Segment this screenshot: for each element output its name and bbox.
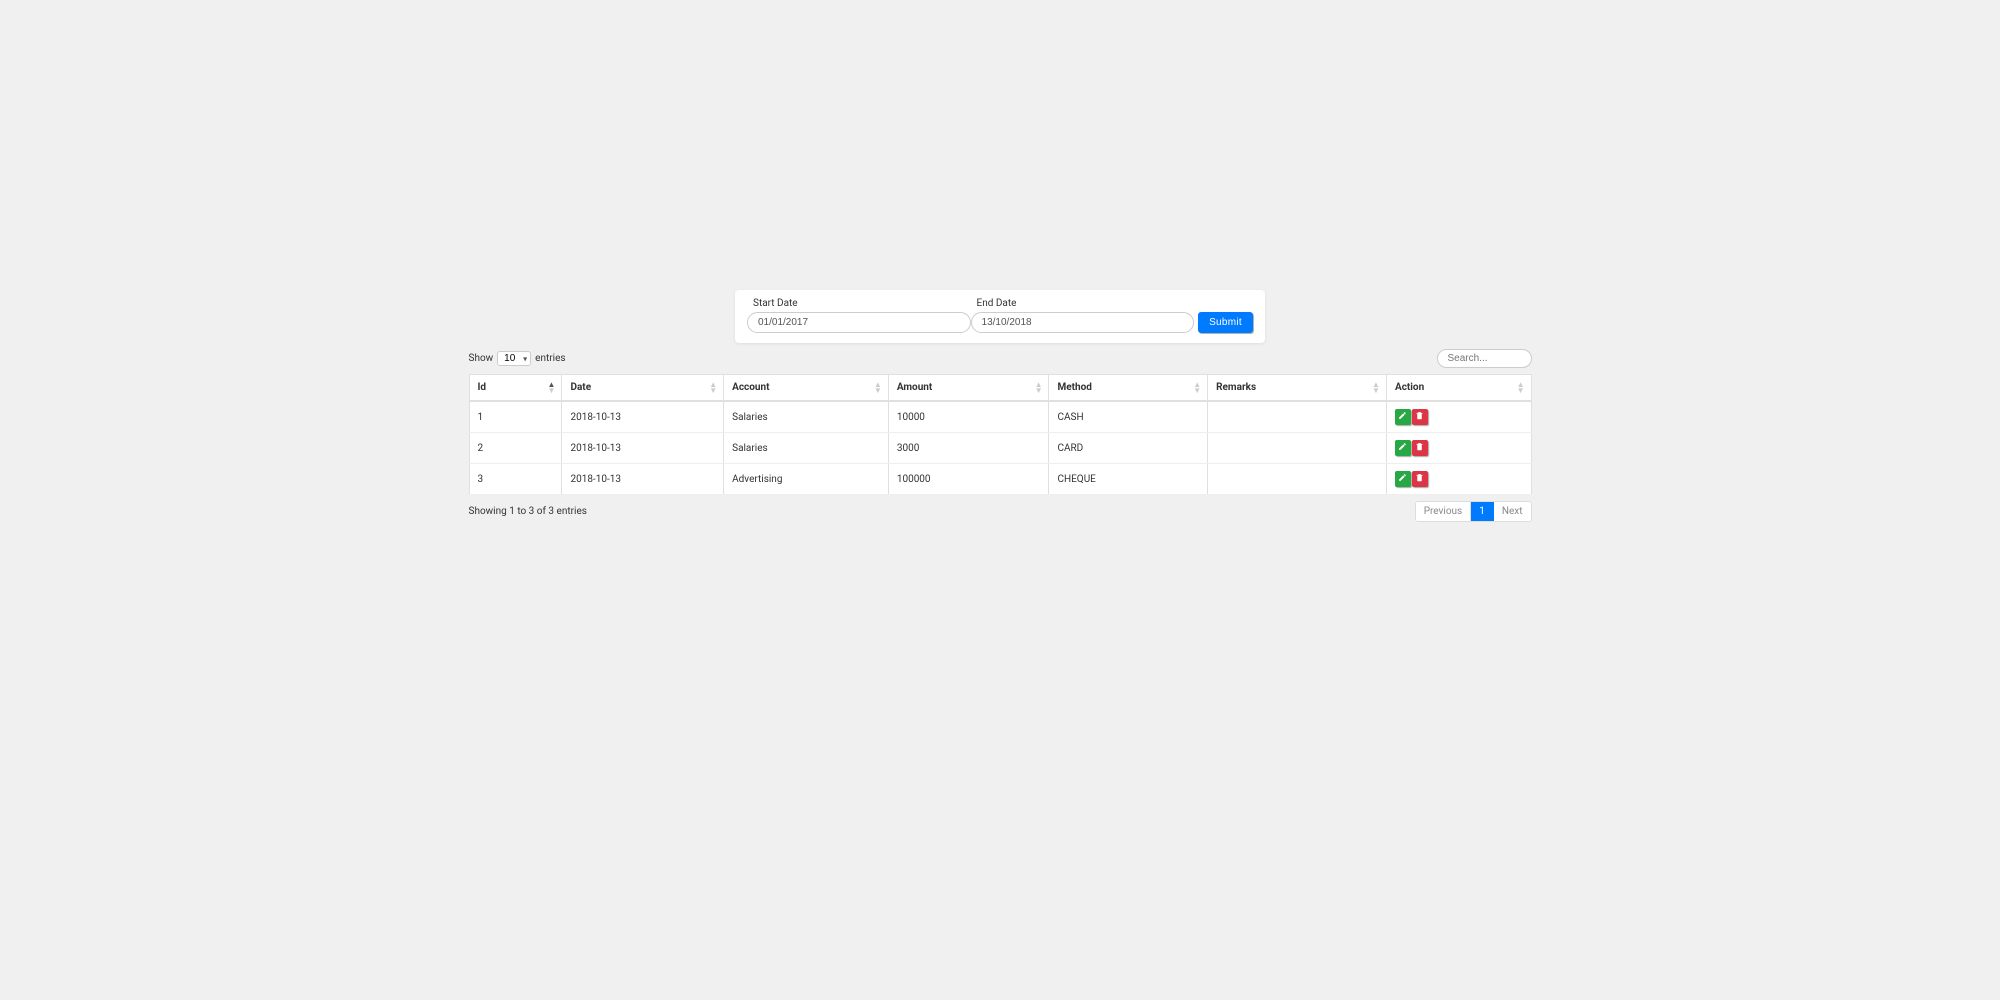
start-date-group: Start Date	[747, 298, 971, 333]
cell-action	[1386, 401, 1531, 433]
trash-icon	[1415, 442, 1424, 454]
col-header-id[interactable]: Id ▲▼	[469, 375, 562, 402]
cell-remarks	[1208, 464, 1387, 495]
sort-icon: ▲▼	[1372, 382, 1380, 394]
sort-icon: ▲▼	[1193, 382, 1201, 394]
cell-action	[1386, 464, 1531, 495]
start-date-label: Start Date	[747, 298, 971, 309]
cell-method: CHEQUE	[1049, 464, 1208, 495]
cell-id: 1	[469, 401, 562, 433]
table-row: 32018-10-13Advertising100000CHEQUE	[469, 464, 1531, 495]
sort-icon: ▲▼	[1517, 382, 1525, 394]
cell-remarks	[1208, 401, 1387, 433]
page-container: Start Date End Date Submit Show 10 entri…	[469, 0, 1532, 522]
col-header-action[interactable]: Action ▲▼	[1386, 375, 1531, 402]
trash-icon	[1415, 473, 1424, 485]
cell-method: CASH	[1049, 401, 1208, 433]
pagination-next[interactable]: Next	[1494, 502, 1531, 521]
pencil-icon	[1398, 442, 1407, 454]
col-header-account[interactable]: Account ▲▼	[724, 375, 889, 402]
cell-id: 2	[469, 433, 562, 464]
cell-remarks	[1208, 433, 1387, 464]
sort-icon: ▲▼	[709, 382, 717, 394]
table-row: 12018-10-13Salaries10000CASH	[469, 401, 1531, 433]
end-date-input[interactable]	[971, 312, 1195, 333]
submit-button[interactable]: Submit	[1198, 312, 1253, 333]
col-header-remarks[interactable]: Remarks ▲▼	[1208, 375, 1387, 402]
start-date-input[interactable]	[747, 312, 971, 333]
cell-date: 2018-10-13	[562, 464, 724, 495]
sort-icon: ▲▼	[874, 382, 882, 394]
cell-action	[1386, 433, 1531, 464]
col-header-date[interactable]: Date ▲▼	[562, 375, 724, 402]
cell-date: 2018-10-13	[562, 401, 724, 433]
edit-button[interactable]	[1395, 440, 1411, 456]
cell-method: CARD	[1049, 433, 1208, 464]
delete-button[interactable]	[1412, 409, 1428, 425]
cell-account: Advertising	[724, 464, 889, 495]
length-control: Show 10 entries	[469, 351, 566, 366]
show-label: Show	[469, 353, 494, 364]
delete-button[interactable]	[1412, 440, 1428, 456]
col-header-amount[interactable]: Amount ▲▼	[888, 375, 1049, 402]
end-date-group: End Date	[971, 298, 1195, 333]
cell-amount: 100000	[888, 464, 1049, 495]
pagination: Previous 1 Next	[1415, 501, 1532, 522]
trash-icon	[1415, 411, 1424, 423]
sort-icon: ▲▼	[548, 382, 556, 394]
table-row: 22018-10-13Salaries3000CARD	[469, 433, 1531, 464]
pencil-icon	[1398, 473, 1407, 485]
pagination-page-1[interactable]: 1	[1471, 502, 1494, 521]
cell-account: Salaries	[724, 401, 889, 433]
cell-id: 3	[469, 464, 562, 495]
delete-button[interactable]	[1412, 471, 1428, 487]
table-info: Showing 1 to 3 of 3 entries	[469, 506, 587, 517]
cell-amount: 3000	[888, 433, 1049, 464]
data-table: Id ▲▼ Date ▲▼ Account ▲▼ Amount ▲▼ Metho…	[469, 374, 1532, 495]
cell-account: Salaries	[724, 433, 889, 464]
entries-label: entries	[535, 353, 565, 364]
search-input[interactable]	[1437, 349, 1532, 368]
pencil-icon	[1398, 411, 1407, 423]
date-filter-card: Start Date End Date Submit	[735, 290, 1265, 343]
length-select-wrap: 10	[497, 351, 531, 366]
sort-icon: ▲▼	[1035, 382, 1043, 394]
col-header-method[interactable]: Method ▲▼	[1049, 375, 1208, 402]
table-controls: Show 10 entries	[469, 349, 1532, 368]
cell-amount: 10000	[888, 401, 1049, 433]
length-select[interactable]: 10	[497, 351, 531, 366]
cell-date: 2018-10-13	[562, 433, 724, 464]
pagination-prev[interactable]: Previous	[1416, 502, 1472, 521]
end-date-label: End Date	[971, 298, 1195, 309]
edit-button[interactable]	[1395, 471, 1411, 487]
table-footer: Showing 1 to 3 of 3 entries Previous 1 N…	[469, 501, 1532, 522]
edit-button[interactable]	[1395, 409, 1411, 425]
